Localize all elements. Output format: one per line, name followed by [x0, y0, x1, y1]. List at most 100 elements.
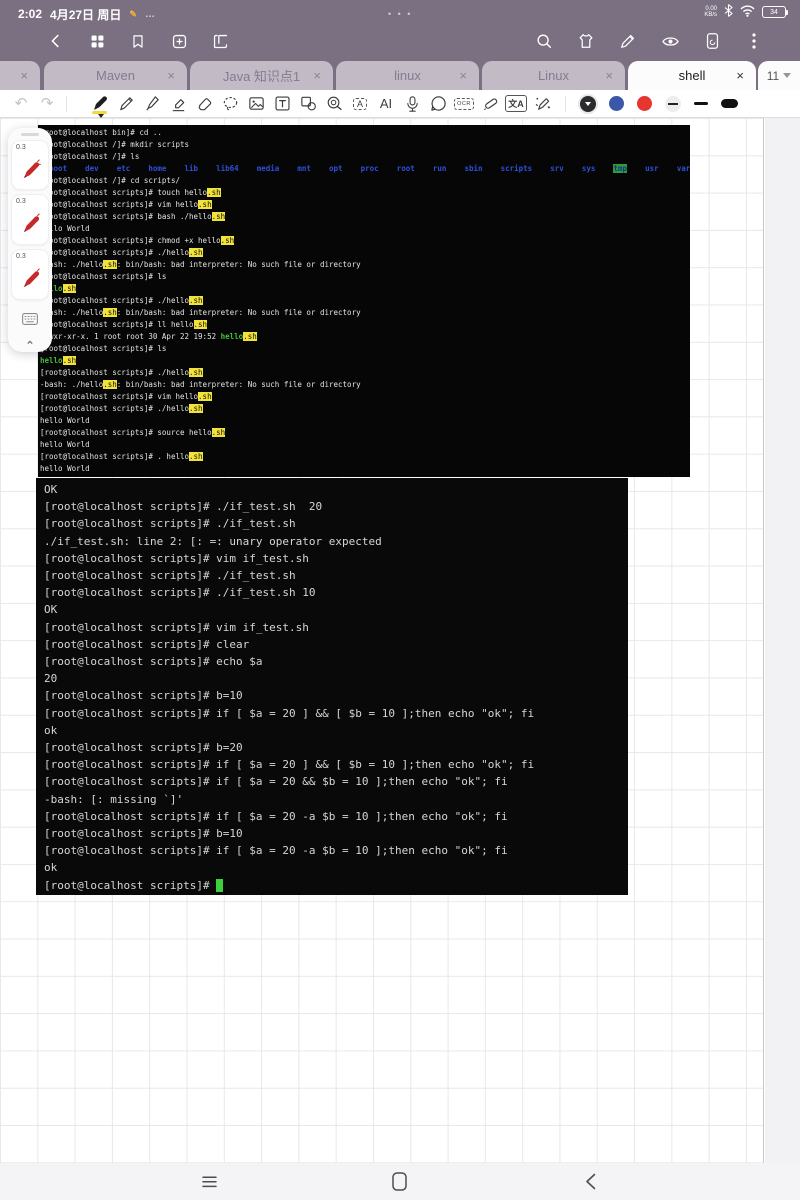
lasso-tool-icon[interactable]: [217, 92, 243, 116]
grid-view-icon[interactable]: [87, 31, 107, 51]
magic-pen-icon[interactable]: [529, 92, 555, 116]
panel-drag-handle[interactable]: [21, 133, 39, 136]
translate-icon[interactable]: 文A: [503, 92, 529, 116]
tab-close-icon[interactable]: ×: [459, 68, 467, 83]
more-menu-icon[interactable]: [744, 31, 764, 51]
terminal-line: -rwxr-xr-x. 1 root root 30 Apr 22 19:52 …: [40, 331, 690, 343]
note-canvas[interactable]: [root@localhost bin]# cd .. [root@localho…: [0, 118, 800, 1163]
shapes-tool-icon[interactable]: [295, 92, 321, 116]
terminal-line: [root@localhost scripts]# . hello.sh: [40, 451, 690, 463]
screenshot-icon[interactable]: [210, 31, 230, 51]
undo-icon[interactable]: ↶: [8, 92, 34, 116]
tab-linux-upper[interactable]: Linux ×: [482, 61, 625, 90]
annotate-icon[interactable]: [618, 31, 638, 51]
terminal-line: hello World: [40, 223, 690, 235]
terminal-line: [root@localhost scripts]# ./hello.sh: [40, 367, 690, 379]
microphone-icon[interactable]: [399, 92, 425, 116]
pencil-tool-icon[interactable]: [113, 92, 139, 116]
tab-partial[interactable]: ×: [0, 61, 40, 90]
terminal-line: [root@localhost scripts]# vim if_test.sh: [44, 619, 628, 636]
eraser-tool-icon[interactable]: [191, 92, 217, 116]
thin-stroke-swatch[interactable]: [694, 102, 708, 105]
terminal-line: [root@localhost scripts]# ./if_test.sh: [44, 515, 628, 532]
wifi-icon: [740, 5, 755, 20]
theme-icon[interactable]: [576, 31, 596, 51]
terminal-line: [root@localhost scripts]# ./if_test.sh: [44, 567, 628, 584]
terminal-line: hello.sh: [40, 283, 690, 295]
read-mode-icon[interactable]: [660, 31, 680, 51]
highlighter-tool-icon[interactable]: [165, 92, 191, 116]
tape-tool-icon[interactable]: [477, 92, 503, 116]
pen-tool-icon[interactable]: [87, 92, 113, 116]
red-color-swatch[interactable]: [637, 96, 652, 111]
collapse-panel-icon[interactable]: ⌃: [25, 339, 34, 352]
pen-preset-3[interactable]: 0.3: [11, 249, 49, 300]
fineliner-tool-icon[interactable]: [139, 92, 165, 116]
terminal-line: -bash: ./hello.sh: bin/bash: bad interpr…: [40, 259, 690, 271]
tab-count-dropdown[interactable]: 11: [758, 61, 800, 90]
tab-java[interactable]: Java 知识点1 ×: [190, 61, 333, 90]
clock: 2:02: [18, 7, 42, 21]
device-mode-icon[interactable]: [702, 31, 722, 51]
new-page-icon[interactable]: [169, 31, 189, 51]
text-tool-icon[interactable]: [269, 92, 295, 116]
home-icon[interactable]: [392, 1172, 407, 1191]
terminal-screenshot-if-test[interactable]: OK[root@localhost scripts]# ./if_test.sh…: [36, 478, 628, 895]
magnifier-tool-icon[interactable]: [321, 92, 347, 116]
app-toolbar: [0, 26, 800, 56]
terminal-line: [root@localhost scripts]# ls: [40, 343, 690, 355]
insert-image-icon[interactable]: [243, 92, 269, 116]
date: 4月27日 周日: [50, 6, 121, 23]
tab-linux-lower[interactable]: linux ×: [336, 61, 479, 90]
drawing-toolbar: ↶ ↷: [0, 90, 800, 118]
terminal-line: [root@localhost /]# cd scripts/: [40, 175, 690, 187]
terminal-screenshot-hello-sh[interactable]: [root@localhost bin]# cd .. [root@localho…: [38, 125, 690, 477]
terminal-line: [root@localhost scripts]# b=20: [44, 739, 628, 756]
comment-bubble-icon[interactable]: [425, 92, 451, 116]
terminal-line: 20: [44, 670, 628, 687]
blue-color-swatch[interactable]: [609, 96, 624, 111]
chevron-down-icon: [585, 102, 591, 106]
tab-close-icon[interactable]: ×: [167, 68, 175, 83]
keyboard-icon[interactable]: [22, 312, 38, 330]
thick-stroke-swatch[interactable]: [721, 99, 738, 108]
pen-preset-panel[interactable]: 0.3 0.3 0.3 ⌃: [8, 128, 52, 352]
tab-close-icon[interactable]: ×: [20, 68, 28, 83]
screen: 2:02 4月27日 周日 ✎ … • • • 0.00 KB/s 34: [0, 0, 800, 1200]
terminal-line: [root@localhost scripts]# ./if_test.sh 2…: [44, 498, 628, 515]
terminal-line: OK: [44, 481, 628, 498]
tab-close-icon[interactable]: ×: [605, 68, 613, 83]
redo-icon[interactable]: ↷: [34, 92, 60, 116]
terminal-line: [root@localhost scripts]# ./if_test.sh 1…: [44, 584, 628, 601]
stylus-icon: ✎: [129, 9, 137, 20]
terminal-line: ok: [44, 859, 628, 876]
tab-close-icon[interactable]: ×: [736, 68, 744, 83]
current-color-swatch[interactable]: [580, 96, 596, 112]
tab-close-icon[interactable]: ×: [313, 68, 321, 83]
pen-preset-1[interactable]: 0.3: [11, 140, 49, 191]
back-nav-icon[interactable]: [585, 1173, 596, 1190]
terminal-line: ./if_test.sh: line 2: [: =: unary operat…: [44, 533, 628, 550]
terminal-line: hello World: [40, 439, 690, 451]
tab-shell-active[interactable]: shell ×: [628, 61, 756, 90]
ai-icon[interactable]: AI: [373, 92, 399, 116]
recents-icon[interactable]: [202, 1176, 217, 1188]
tab-maven[interactable]: Maven ×: [44, 61, 187, 90]
red-pen-icon: [21, 159, 41, 186]
network-speed: 0.00 KB/s: [704, 6, 717, 19]
terminal-line: [root@localhost scripts]# ./hello.sh: [40, 247, 690, 259]
bookmark-icon[interactable]: [128, 31, 148, 51]
terminal-line: [root@localhost bin]# cd ..: [40, 127, 690, 139]
search-icon[interactable]: [534, 31, 554, 51]
ocr-icon[interactable]: OCR: [451, 92, 477, 116]
custom-color-swatch[interactable]: [665, 96, 681, 112]
terminal-line: [root@localhost scripts]# if [ $a = 20 -…: [44, 808, 628, 825]
terminal-line: [root@localhost /]# ls: [40, 151, 690, 163]
frame-select-icon[interactable]: A: [347, 92, 373, 116]
terminal-line: [root@localhost scripts]# source hello.s…: [40, 427, 690, 439]
terminal-line: [root@localhost scripts]# chmod +x hello…: [40, 235, 690, 247]
pen-preset-2[interactable]: 0.3: [11, 194, 49, 245]
header: 2:02 4月27日 周日 ✎ … • • • 0.00 KB/s 34: [0, 0, 800, 90]
back-icon[interactable]: [46, 31, 66, 51]
terminal-line: -bash: ./hello.sh: bin/bash: bad interpr…: [40, 379, 690, 391]
